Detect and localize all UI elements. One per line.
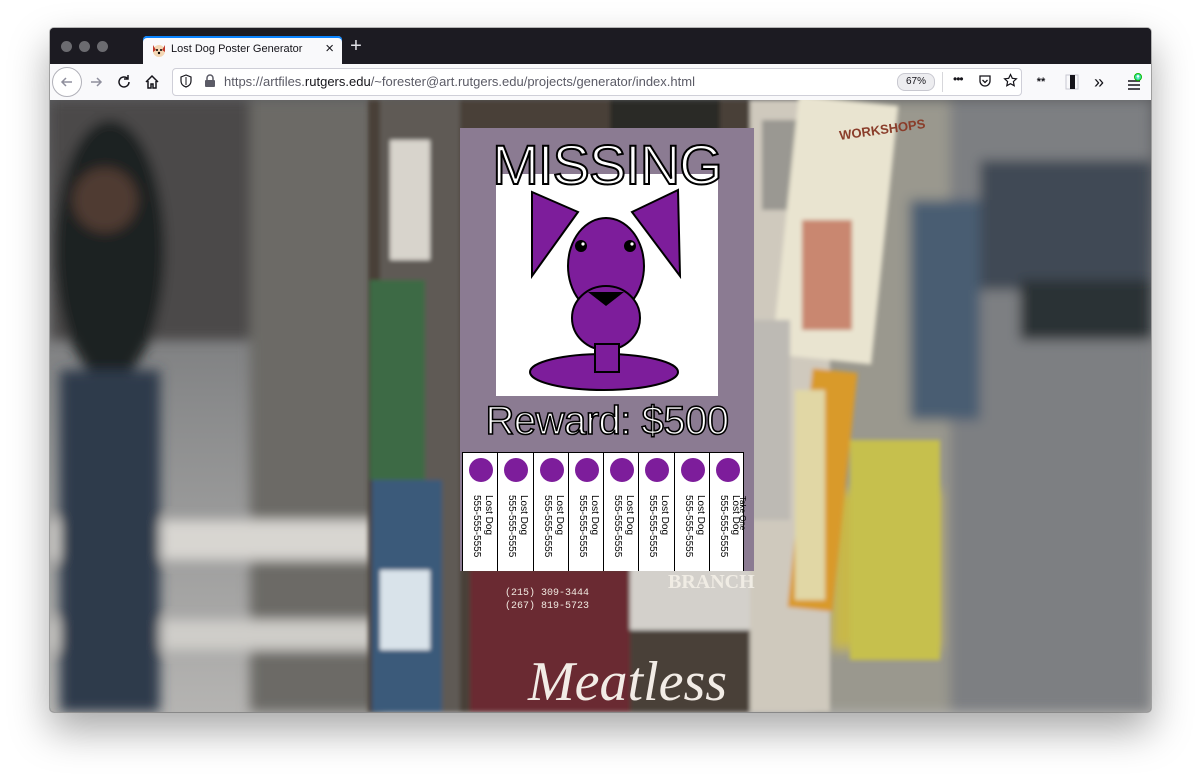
address-bar[interactable]: https://artfiles.rutgers.edu/~forester@a… [172, 68, 1022, 96]
purple-dot-icon [645, 458, 670, 482]
tab-phone: 555-555-5555 [717, 495, 729, 558]
missing-headline: MISSING [491, 132, 723, 197]
tab-close-icon[interactable]: × [325, 41, 334, 57]
app-menu-button[interactable] [1120, 68, 1148, 96]
arrow-right-icon [91, 77, 103, 87]
tab-lost-dog-poster[interactable]: Lost Dog Poster Generator × [143, 36, 342, 64]
overflow-menu-button[interactable]: » [1085, 68, 1113, 96]
purple-dot-icon [610, 458, 634, 482]
shield-icon[interactable] [179, 74, 193, 88]
arrow-left-icon [60, 77, 72, 87]
minimize-window-dot[interactable] [79, 41, 90, 52]
tab-label: Lost Dog [483, 495, 494, 536]
contrast-icon [1065, 74, 1079, 90]
tab-phone: 555-555-5555 [682, 495, 694, 558]
purple-dot-icon [680, 458, 705, 482]
purple-dot-icon [469, 458, 493, 482]
tab-label: Lost Dog [694, 495, 706, 536]
tear-off-tab[interactable]: Lost Dog 555-555-5555 [532, 453, 568, 571]
tear-off-tab[interactable]: Lost Dog 555-555-5555 [462, 453, 498, 571]
tab-phone: 555-555-5555 [612, 495, 623, 558]
tab-phone: 555-555-5555 [541, 495, 553, 558]
tab-phone: 555-555-5555 [471, 495, 482, 558]
purple-dot-icon [539, 458, 564, 482]
new-tab-button[interactable]: + [346, 36, 366, 57]
hamburger-menu-icon [1128, 73, 1142, 90]
urlbar-divider [942, 72, 943, 92]
back-button[interactable] [52, 67, 82, 97]
tear-off-tab[interactable]: Lost Dog 555-555-5555 [567, 453, 603, 571]
tab-label: Lost Dog [553, 495, 565, 536]
tear-off-tab[interactable]: Lost Dog 555-555-5555 [638, 453, 674, 571]
tab-label: Lost Dog [624, 495, 635, 536]
tab-phone: 555-555-5555 [647, 495, 659, 558]
tear-off-tab[interactable]: Lost Dog 555-555-5555 [497, 453, 533, 571]
tab-label: Lost Dog [588, 495, 600, 536]
browser-window: Lost Dog Poster Generator × + https://ar… [50, 28, 1151, 712]
zoom-window-dot[interactable] [97, 41, 108, 52]
tab-label: Lost Dog [518, 495, 530, 536]
pocket-icon[interactable] [978, 74, 992, 88]
double-chevron-icon: » [1093, 71, 1104, 92]
extension-button[interactable]: ** [1027, 68, 1055, 96]
purple-dot-icon [504, 458, 529, 482]
meatless-sign: Meatless [527, 651, 727, 712]
tab-title: Lost Dog Poster Generator [171, 43, 303, 55]
url-text[interactable]: https://artfiles.rutgers.edu/~forester@a… [224, 74, 695, 89]
take-one-label: Take One [738, 496, 747, 531]
title-bar: Lost Dog Poster Generator × + [50, 28, 1151, 64]
lock-icon[interactable] [204, 74, 216, 88]
page-actions-icon[interactable]: ••• [953, 72, 964, 86]
tab-phone: 555-555-5555 [576, 495, 588, 558]
page-content: WORKSHOPS BRANCH (215) 309-3444 (267) 81… [50, 100, 1151, 712]
tear-off-tabs: Lost Dog 555-555-5555 Lost Dog 555-555-555… [462, 452, 744, 571]
tear-off-tab[interactable]: Lost Dog 555-555-5555 [603, 453, 639, 571]
nav-toolbar: https://artfiles.rutgers.edu/~forester@a… [50, 64, 1151, 101]
background-phone-2: (267) 819-5723 [505, 600, 589, 612]
dog-favicon-icon [153, 45, 165, 57]
tab-phone: 555-555-5555 [506, 495, 518, 558]
tear-off-tab[interactable]: Lost Dog 555-555-5555 [673, 453, 709, 571]
reader-button[interactable] [1058, 68, 1086, 96]
tab-label: Lost Dog [659, 495, 671, 536]
purple-dot-icon [574, 458, 599, 482]
dog-illustration-frame [496, 174, 718, 396]
purple-dot-icon [715, 458, 740, 482]
dog-illustration [529, 188, 682, 391]
forward-button[interactable] [82, 68, 110, 96]
lost-dog-poster: MISSING Reward: $500 Lost Dog 555-555-555… [460, 128, 754, 571]
reload-icon [118, 75, 130, 88]
background-phone-1: (215) 309-3444 [505, 587, 589, 599]
asterisk-extension-icon: ** [1036, 76, 1046, 88]
home-button[interactable] [138, 68, 166, 96]
reload-button[interactable] [110, 68, 138, 96]
zoom-level-badge[interactable]: 67% [897, 73, 936, 91]
home-icon [145, 74, 159, 89]
reward-text: Reward: $500 [485, 398, 730, 444]
branch-sign: BRANCH [668, 571, 755, 593]
bookmark-star-icon[interactable] [1003, 73, 1018, 88]
close-window-dot[interactable] [61, 41, 72, 52]
